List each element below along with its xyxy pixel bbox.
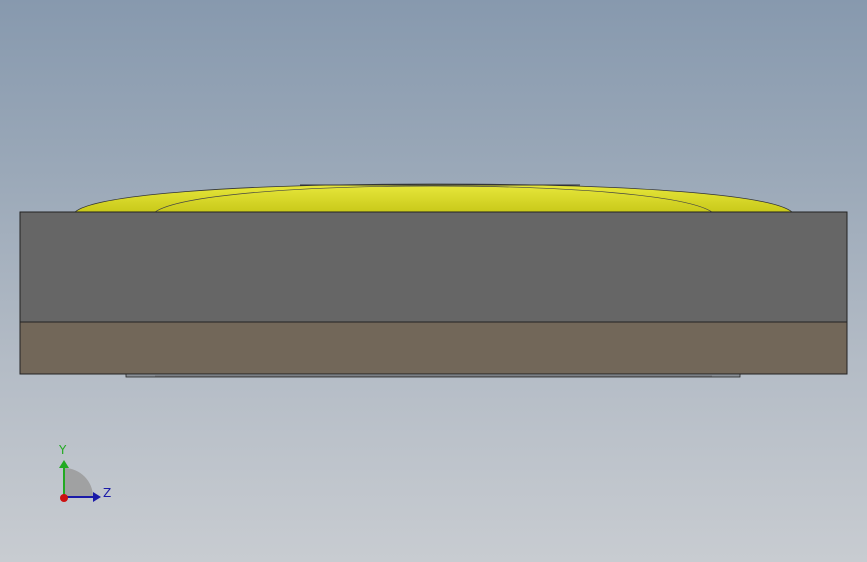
orientation-triad: Y Z — [58, 443, 111, 502]
z-axis-label: Z — [103, 486, 111, 500]
y-axis-label: Y — [58, 443, 67, 457]
model-view[interactable] — [0, 0, 867, 562]
bottom-plate[interactable] — [125, 373, 741, 378]
upper-block[interactable] — [19, 211, 848, 323]
z-arrow-head — [93, 492, 101, 502]
graphics-viewport[interactable]: Y Z — [0, 0, 867, 562]
lower-block[interactable] — [19, 321, 848, 375]
x-axis-origin — [60, 494, 68, 502]
y-arrow-head — [59, 460, 69, 468]
triad-quadrant — [64, 468, 93, 497]
dome-part[interactable] — [73, 183, 794, 213]
